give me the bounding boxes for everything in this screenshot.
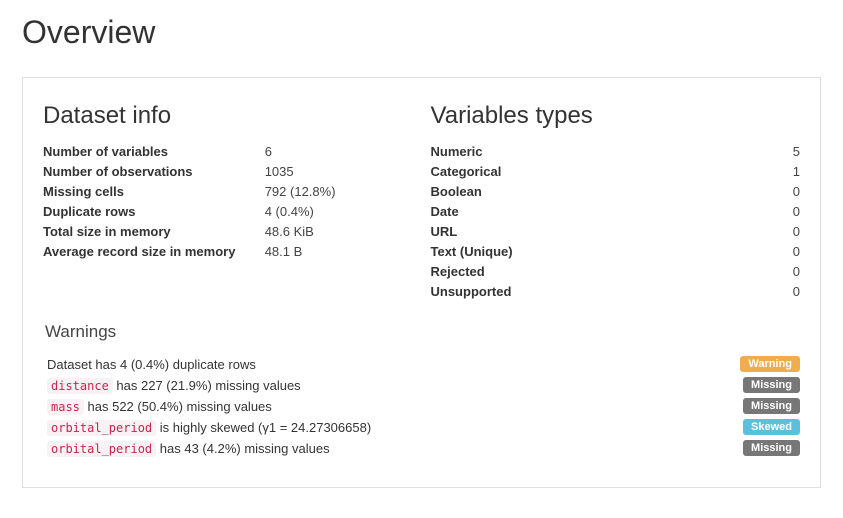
variable-types-heading: Variables types xyxy=(431,102,801,130)
status-badge: Warning xyxy=(740,356,800,372)
dataset-info-table: Number of variables6 Number of observati… xyxy=(43,142,413,262)
dataset-info-label: Number of variables xyxy=(43,142,265,162)
table-row: Unsupported0 xyxy=(431,282,801,302)
warning-text: orbital_period has 43 (4.2%) missing val… xyxy=(47,441,743,456)
page-title: Overview xyxy=(22,14,821,51)
table-row: Categorical1 xyxy=(431,162,801,182)
dataset-info-section: Dataset info Number of variables6 Number… xyxy=(43,102,431,302)
variable-code: mass xyxy=(47,399,84,415)
dataset-info-value: 48.1 B xyxy=(265,242,413,262)
dataset-info-label: Missing cells xyxy=(43,182,265,202)
var-type-label: Boolean xyxy=(431,182,690,202)
var-type-label: Date xyxy=(431,202,690,222)
overview-panel: Dataset info Number of variables6 Number… xyxy=(22,77,821,488)
warning-row: orbital_period has 43 (4.2%) missing val… xyxy=(43,438,800,459)
status-badge: Missing xyxy=(743,377,800,393)
warnings-list: Dataset has 4 (0.4%) duplicate rows Warn… xyxy=(43,354,800,459)
table-row: Boolean0 xyxy=(431,182,801,202)
table-row: Total size in memory48.6 KiB xyxy=(43,222,413,242)
var-type-label: Unsupported xyxy=(431,282,690,302)
table-row: Date0 xyxy=(431,202,801,222)
table-row: Text (Unique)0 xyxy=(431,242,801,262)
table-row: Average record size in memory48.1 B xyxy=(43,242,413,262)
dataset-info-value: 792 (12.8%) xyxy=(265,182,413,202)
table-row: Missing cells792 (12.8%) xyxy=(43,182,413,202)
dataset-info-label: Average record size in memory xyxy=(43,242,265,262)
dataset-info-label: Number of observations xyxy=(43,162,265,182)
variable-code: orbital_period xyxy=(47,441,156,457)
warning-row: orbital_period is highly skewed (γ1 = 24… xyxy=(43,417,800,438)
table-row: Number of observations1035 xyxy=(43,162,413,182)
status-badge: Missing xyxy=(743,398,800,414)
warnings-heading: Warnings xyxy=(45,322,800,342)
table-row: Rejected0 xyxy=(431,262,801,282)
warning-row: Dataset has 4 (0.4%) duplicate rows Warn… xyxy=(43,354,800,375)
table-row: Number of variables6 xyxy=(43,142,413,162)
var-type-value: 0 xyxy=(689,222,800,242)
dataset-info-value: 1035 xyxy=(265,162,413,182)
table-row: URL0 xyxy=(431,222,801,242)
variable-types-section: Variables types Numeric5 Categorical1 Bo… xyxy=(431,102,801,302)
var-type-value: 5 xyxy=(689,142,800,162)
var-type-value: 0 xyxy=(689,182,800,202)
warning-text: mass has 522 (50.4%) missing values xyxy=(47,399,743,414)
dataset-info-value: 6 xyxy=(265,142,413,162)
status-badge: Missing xyxy=(743,440,800,456)
var-type-value: 0 xyxy=(689,202,800,222)
warning-text: distance has 227 (21.9%) missing values xyxy=(47,378,743,393)
var-type-label: Numeric xyxy=(431,142,690,162)
variable-types-table: Numeric5 Categorical1 Boolean0 Date0 URL… xyxy=(431,142,801,302)
var-type-value: 1 xyxy=(689,162,800,182)
dataset-info-value: 4 (0.4%) xyxy=(265,202,413,222)
dataset-info-value: 48.6 KiB xyxy=(265,222,413,242)
warning-row: mass has 522 (50.4%) missing values Miss… xyxy=(43,396,800,417)
var-type-label: Categorical xyxy=(431,162,690,182)
status-badge: Skewed xyxy=(743,419,800,435)
variable-code: distance xyxy=(47,378,113,394)
table-row: Duplicate rows4 (0.4%) xyxy=(43,202,413,222)
var-type-value: 0 xyxy=(689,282,800,302)
warning-text: orbital_period is highly skewed (γ1 = 24… xyxy=(47,420,743,435)
var-type-label: Text (Unique) xyxy=(431,242,690,262)
variable-code: orbital_period xyxy=(47,420,156,436)
dataset-info-label: Duplicate rows xyxy=(43,202,265,222)
dataset-info-heading: Dataset info xyxy=(43,102,413,130)
table-row: Numeric5 xyxy=(431,142,801,162)
var-type-value: 0 xyxy=(689,242,800,262)
warning-row: distance has 227 (21.9%) missing values … xyxy=(43,375,800,396)
var-type-value: 0 xyxy=(689,262,800,282)
dataset-info-label: Total size in memory xyxy=(43,222,265,242)
var-type-label: URL xyxy=(431,222,690,242)
var-type-label: Rejected xyxy=(431,262,690,282)
warning-text: Dataset has 4 (0.4%) duplicate rows xyxy=(47,357,740,372)
